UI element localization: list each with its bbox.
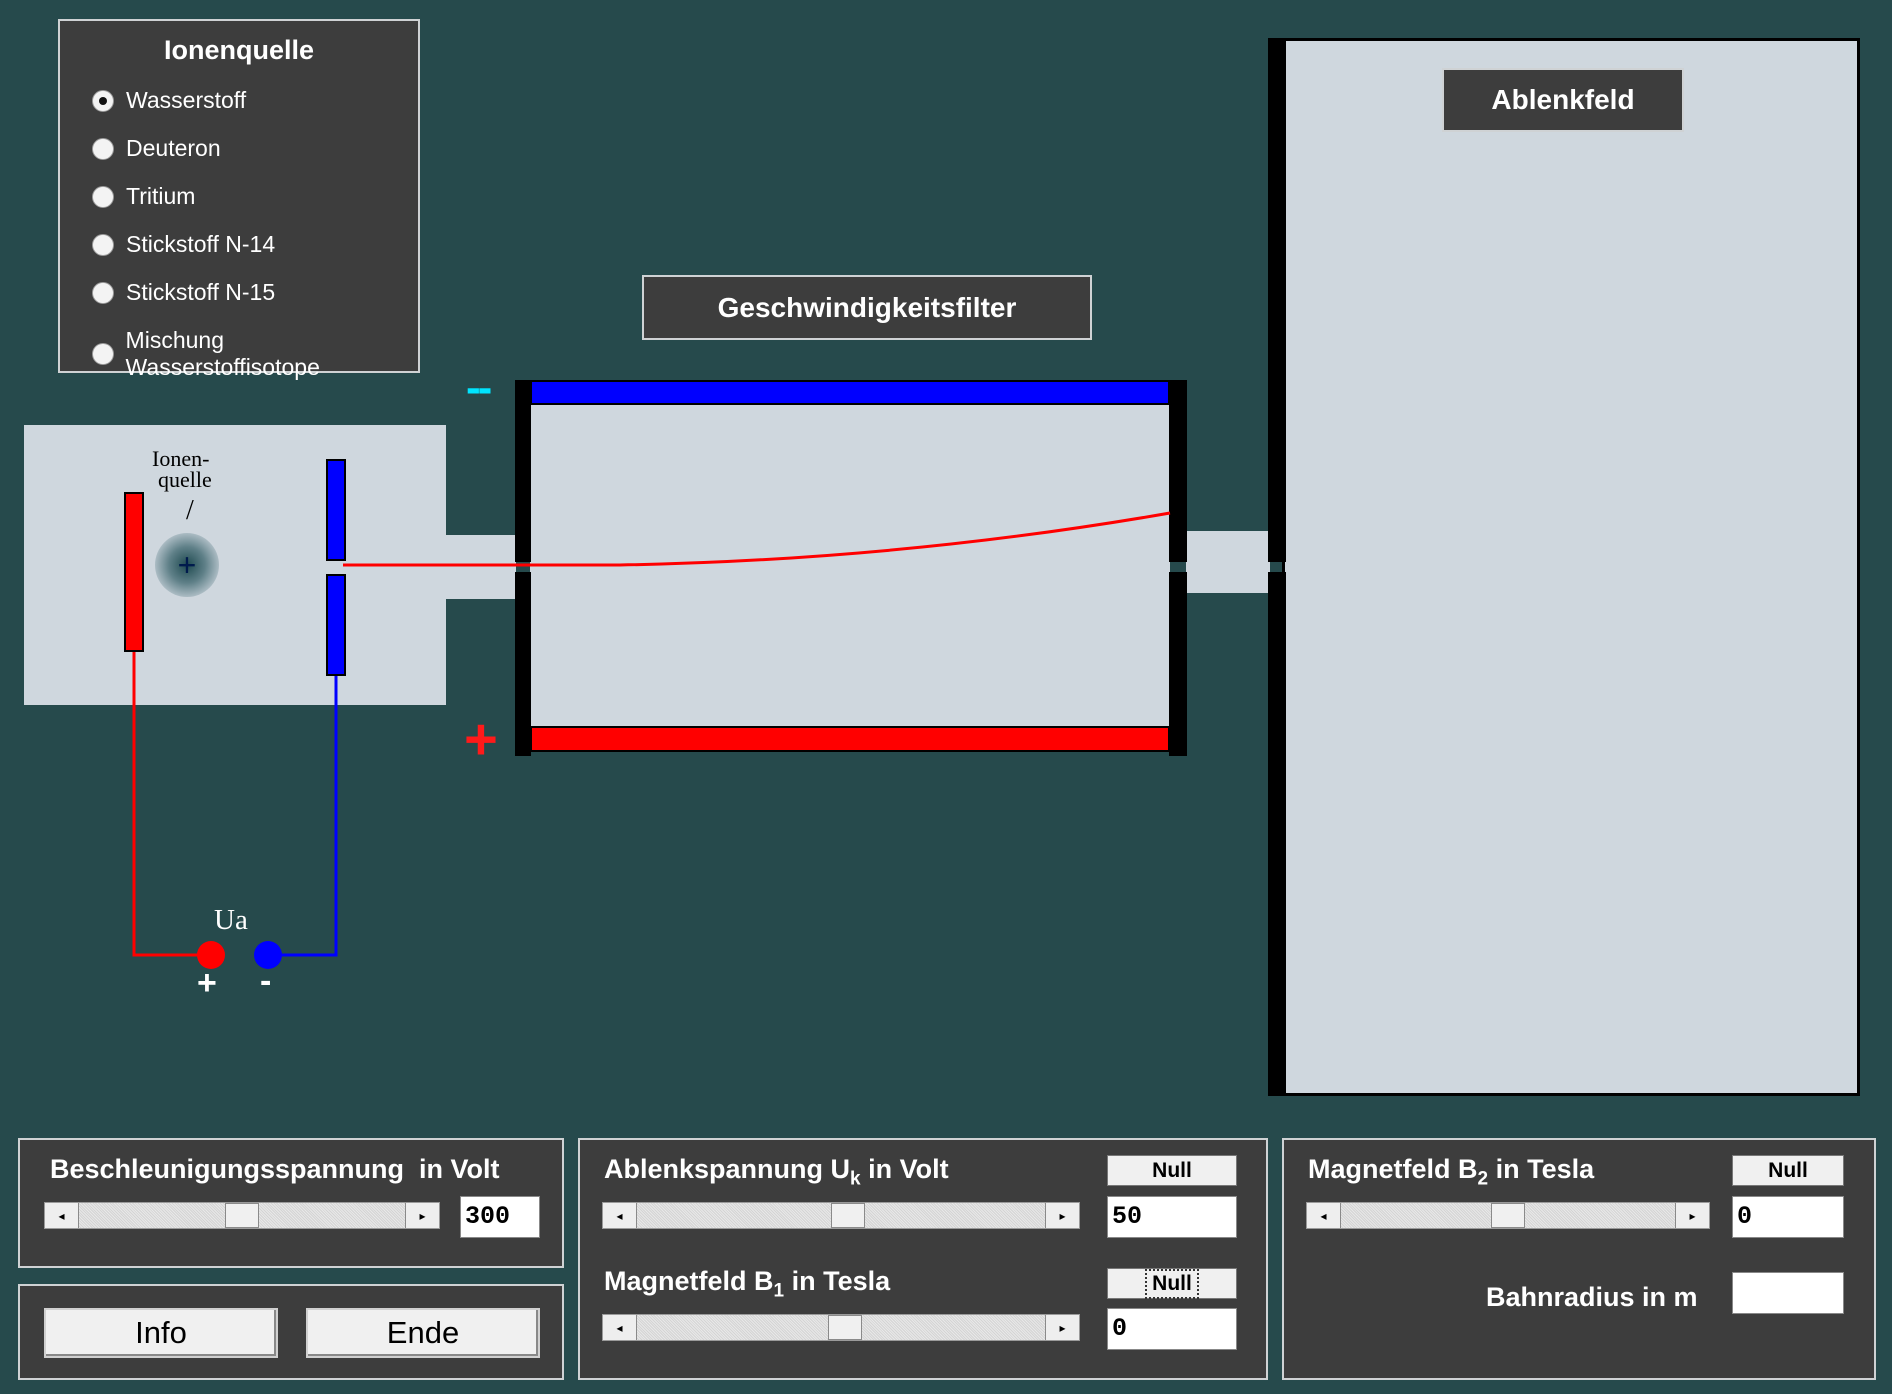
acceleration-slider[interactable]: ◂ ▸ xyxy=(44,1202,440,1229)
slider-thumb[interactable] xyxy=(831,1203,866,1228)
negative-wire xyxy=(268,676,338,957)
uk-label-text: Ablenkspannung U xyxy=(604,1154,851,1184)
uk-value-field[interactable]: 50 xyxy=(1107,1196,1237,1238)
b2-label: Magnetfeld B2 in Tesla xyxy=(1308,1154,1594,1190)
b1-label-text: Magnetfeld B xyxy=(604,1266,774,1296)
b2-null-button[interactable]: Null xyxy=(1732,1155,1844,1186)
uk-null-button[interactable]: Null xyxy=(1107,1155,1237,1186)
b1-value-field[interactable]: 0 xyxy=(1107,1308,1237,1350)
b1-slider[interactable]: ◂ ▸ xyxy=(602,1314,1080,1341)
voltage-label: Ua xyxy=(214,904,248,936)
scroll-right-arrow[interactable]: ▸ xyxy=(1045,1203,1079,1228)
b2-label-text: Magnetfeld B xyxy=(1308,1154,1478,1184)
b1-null-button[interactable]: Null xyxy=(1107,1268,1237,1299)
filter-controls-panel: Ablenkspannung Uk in Volt Null ◂ ▸ 50 Ma… xyxy=(578,1138,1268,1380)
scroll-right-arrow[interactable]: ▸ xyxy=(1045,1315,1079,1340)
scroll-left-arrow[interactable]: ◂ xyxy=(1307,1203,1341,1228)
uk-label-unit: in Volt xyxy=(860,1154,949,1184)
orbit-radius-field[interactable] xyxy=(1732,1272,1844,1314)
positive-wire xyxy=(132,652,210,957)
uk-slider[interactable]: ◂ ▸ xyxy=(602,1202,1080,1229)
info-button[interactable]: Info xyxy=(44,1308,278,1358)
b1-label-sub: 1 xyxy=(773,1280,785,1302)
exit-button[interactable]: Ende xyxy=(306,1308,540,1358)
b1-null-label: Null xyxy=(1145,1268,1199,1299)
scroll-left-arrow[interactable]: ◂ xyxy=(45,1203,79,1228)
b1-label-unit: in Tesla xyxy=(784,1266,891,1296)
slider-thumb[interactable] xyxy=(1491,1203,1525,1228)
orbit-radius-label: Bahnradius in m xyxy=(1486,1282,1698,1312)
scroll-right-arrow[interactable]: ▸ xyxy=(405,1203,439,1228)
b2-value-field[interactable]: 0 xyxy=(1732,1196,1844,1238)
slider-thumb[interactable] xyxy=(827,1315,862,1340)
b1-label: Magnetfeld B1 in Tesla xyxy=(604,1266,890,1302)
scroll-left-arrow[interactable]: ◂ xyxy=(603,1315,637,1340)
b2-slider[interactable]: ◂ ▸ xyxy=(1306,1202,1710,1229)
terminal-minus-label: - xyxy=(260,962,272,1000)
button-panel: Info Ende xyxy=(18,1284,564,1380)
acceleration-voltage-label: Beschleunigungsspannung in Volt xyxy=(50,1154,500,1184)
ion-trajectory xyxy=(343,511,1171,567)
acceleration-voltage-field[interactable]: 300 xyxy=(460,1196,540,1238)
b2-label-sub: 2 xyxy=(1477,1168,1489,1190)
uk-label-sub: k xyxy=(850,1168,861,1190)
b2-label-unit: in Tesla xyxy=(1488,1154,1595,1184)
acceleration-panel: Beschleunigungsspannung in Volt ◂ ▸ 300 xyxy=(18,1138,564,1268)
scroll-right-arrow[interactable]: ▸ xyxy=(1675,1203,1709,1228)
scroll-left-arrow[interactable]: ◂ xyxy=(603,1203,637,1228)
uk-label: Ablenkspannung Uk in Volt xyxy=(604,1154,949,1190)
deflection-controls-panel: Magnetfeld B2 in Tesla Null ◂ ▸ 0 Bahnra… xyxy=(1282,1138,1876,1380)
terminal-plus-label: + xyxy=(197,964,217,1002)
slider-thumb[interactable] xyxy=(225,1203,259,1228)
